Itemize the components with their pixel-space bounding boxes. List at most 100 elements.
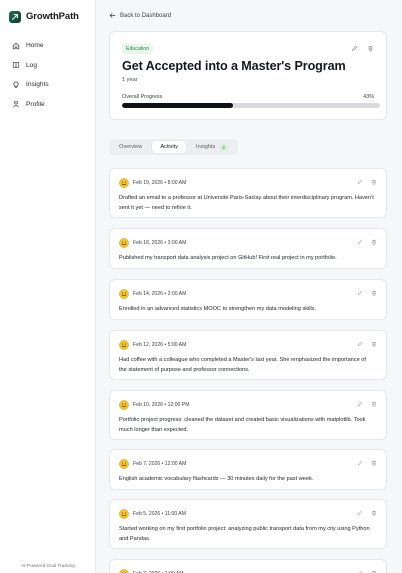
category-tag: Education	[122, 44, 154, 54]
tab-label: Activity	[160, 144, 179, 150]
smiley-emoji-icon	[119, 509, 129, 519]
progress-bar	[122, 103, 380, 108]
sidebar-footer: AI-Powered Goal Tracking	[21, 563, 75, 568]
delete-entry-button[interactable]	[371, 341, 377, 347]
activity-entry: Feb 10, 2026 • 12:00 PM Portfolio project…	[109, 390, 387, 440]
tab-bar: Overview Activity Insights 2	[109, 139, 238, 155]
home-icon	[12, 42, 20, 49]
tab-activity[interactable]: Activity	[152, 141, 187, 153]
pencil-icon	[352, 45, 358, 51]
activity-entry: Feb 3, 2026 • 1:00 AM	[109, 559, 387, 573]
brand[interactable]: GrowthPath	[0, 0, 95, 24]
entry-text: Had coffee with a colleague who complete…	[119, 357, 366, 373]
delete-entry-button[interactable]	[371, 290, 377, 296]
entry-text: Enrolled in an advanced statistics MOOC …	[119, 306, 317, 312]
trash-icon	[372, 239, 376, 245]
edit-entry-button[interactable]	[357, 179, 363, 185]
edit-entry-button[interactable]	[357, 401, 363, 407]
entry-text: Published my transport data analysis pro…	[119, 255, 337, 261]
entry-date: Feb 7, 2026 • 12:00 AM	[133, 461, 187, 467]
back-label: Back to Dashboard	[120, 12, 172, 19]
arrow-left-icon	[109, 13, 116, 18]
pencil-icon	[357, 401, 363, 407]
edit-entry-button[interactable]	[357, 290, 363, 296]
entry-header: Feb 3, 2026 • 1:00 AM	[119, 569, 184, 573]
edit-entry-button[interactable]	[357, 510, 363, 516]
edit-goal-button[interactable]	[351, 45, 358, 52]
activity-entry: Feb 19, 2026 • 8:00 AM Drafted an email t…	[109, 168, 387, 218]
tab-insights[interactable]: Insights 2	[188, 141, 236, 153]
goal-duration: 1 year	[122, 77, 138, 83]
tab-overview[interactable]: Overview	[111, 141, 150, 153]
delete-entry-button[interactable]	[371, 460, 377, 466]
trash-icon	[372, 510, 376, 516]
trash-icon	[372, 401, 376, 407]
activity-entry: Feb 7, 2026 • 12:00 AM English academic v…	[109, 449, 387, 490]
entry-date: Feb 5, 2026 • 11:00 AM	[133, 511, 186, 517]
activity-entry: Feb 5, 2026 • 11:00 AM Started working on…	[109, 499, 387, 549]
entry-date: Feb 18, 2026 • 3:00 AM	[133, 240, 187, 246]
sidebar-item-label: Insights	[26, 81, 49, 89]
growth-logo-icon	[9, 10, 21, 23]
sidebar-item-label: Home	[26, 42, 44, 50]
smiley-emoji-icon	[119, 238, 129, 248]
sidebar-item-home[interactable]: Home	[0, 36, 95, 56]
trash-icon	[368, 45, 373, 52]
delete-entry-button[interactable]	[371, 510, 377, 516]
activity-entry: Feb 12, 2026 • 5:00 AM Had coffee with a …	[109, 330, 387, 380]
back-to-dashboard-link[interactable]: Back to Dashboard	[109, 12, 171, 19]
smiley-emoji-icon	[119, 289, 129, 299]
entry-header: Feb 12, 2026 • 5:00 AM	[119, 340, 186, 350]
progress-percent: 43%	[363, 94, 374, 100]
sidebar-item-insights[interactable]: Insights	[0, 75, 95, 95]
sidebar-item-label: Log	[26, 61, 38, 69]
goal-actions	[351, 45, 374, 52]
main-content: Back to Dashboard Education Get Accepted…	[96, 0, 402, 573]
smiley-emoji-icon	[119, 400, 129, 410]
smiley-emoji-icon	[119, 340, 129, 350]
delete-entry-button[interactable]	[371, 239, 377, 245]
entry-date: Feb 10, 2026 • 12:00 PM	[133, 402, 190, 408]
entry-text: Portfolio project progress: cleaned the …	[119, 417, 366, 433]
sidebar: GrowthPath Home Log Insights Profile AI-…	[0, 0, 96, 573]
progress-bar-fill	[122, 103, 233, 108]
entry-date: Feb 12, 2026 • 5:00 AM	[133, 342, 187, 348]
edit-entry-button[interactable]	[357, 341, 363, 347]
entry-header: Feb 5, 2026 • 11:00 AM	[119, 509, 186, 519]
book-icon	[12, 62, 20, 69]
entry-header: Feb 10, 2026 • 12:00 PM	[119, 400, 189, 410]
entry-text: Drafted an email to a professor at Unive…	[119, 195, 374, 211]
entry-actions	[357, 510, 377, 516]
entry-actions	[357, 179, 377, 185]
edit-entry-button[interactable]	[357, 239, 363, 245]
delete-entry-button[interactable]	[371, 179, 377, 185]
smiley-emoji-icon	[119, 569, 129, 573]
delete-goal-button[interactable]	[367, 45, 374, 52]
entry-header: Feb 14, 2026 • 2:00 AM	[119, 289, 186, 299]
pencil-icon	[357, 239, 363, 245]
pencil-icon	[357, 290, 363, 296]
pencil-icon	[357, 341, 363, 347]
delete-entry-button[interactable]	[371, 401, 377, 407]
edit-entry-button[interactable]	[357, 460, 363, 466]
sidebar-item-profile[interactable]: Profile	[0, 95, 95, 115]
entry-text: Started working on my first portfolio pr…	[119, 526, 370, 542]
progress-label: Overall Progress	[122, 94, 163, 100]
goal-card: Education Get Accepted into a Master's P…	[109, 31, 387, 120]
goal-title: Get Accepted into a Master's Program	[122, 59, 346, 73]
entry-header: Feb 18, 2026 • 3:00 AM	[119, 238, 186, 248]
sidebar-item-label: Profile	[26, 100, 45, 108]
sidebar-item-log[interactable]: Log	[0, 56, 95, 76]
pencil-icon	[357, 510, 363, 516]
entry-actions	[357, 401, 377, 407]
entry-date: Feb 19, 2026 • 8:00 AM	[133, 180, 187, 186]
trash-icon	[372, 179, 376, 185]
entry-text: English academic vocabulary flashcards —…	[119, 476, 314, 482]
tab-label: Insights	[196, 144, 216, 150]
pencil-icon	[357, 460, 363, 466]
entry-header: Feb 19, 2026 • 8:00 AM	[119, 178, 186, 188]
smiley-emoji-icon	[119, 459, 129, 469]
lightbulb-icon	[13, 81, 19, 88]
tab-label: Overview	[119, 144, 143, 150]
entry-actions	[357, 460, 377, 466]
